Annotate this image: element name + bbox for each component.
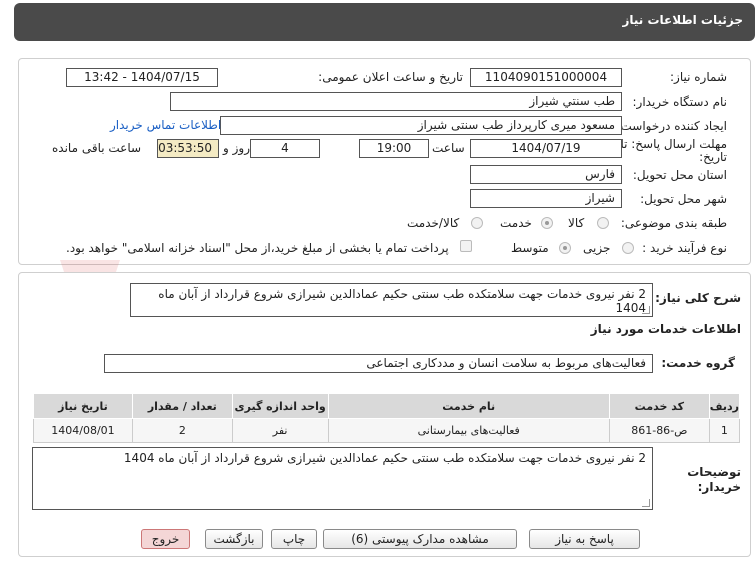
announce-field: 1404/07/15 - 13:42 [66,68,218,87]
need-number-label: شماره نیاز: [670,70,727,84]
deadline-label-2: تاریخ: [699,150,727,164]
process-label: نوع فرآیند خرید : [642,241,727,255]
city-label: شهر محل تحویل: [640,192,727,206]
cell-code: ص-86-861 [608,418,710,443]
category-label: طبقه بندی موضوعی: [620,216,727,230]
print-button[interactable]: چاپ [271,529,317,549]
need-number-field: 1104090151000004 [470,68,622,87]
col-unit: واحد اندازه گیری [231,393,329,419]
deadline-time-field: 19:00 [359,139,429,158]
col-date: تاریخ نیاز [33,393,133,419]
process-partial-radio[interactable] [622,242,634,254]
service-group-field: فعالیت‌های مربوط به سلامت انسان و مددکار… [104,354,653,373]
attachments-button[interactable]: مشاهده مدارک پیوستی (6) [323,529,517,549]
col-code: کد خدمت [608,393,710,419]
table-header-row: ردیف کد خدمت نام خدمت واحد اندازه گیری ت… [33,393,741,419]
announce-label: تاریخ و ساعت اعلان عمومی: [318,70,463,84]
province-field: فارس [470,165,622,184]
col-qty: تعداد / مقدار [131,393,233,419]
creator-field: مسعود میری کارپرداز طب سنتی شیراز [220,116,622,135]
time-label: ساعت [432,141,465,155]
buyer-notes-field: 2 نفر نیروی خدمات جهت سلامتکده طب سنتی ح… [32,447,653,510]
deadline-label: مهلت ارسال پاسخ: تا [620,137,727,151]
page-title: جزئیات اطلاعات نیاز [622,13,743,27]
process-medium-label: متوسط [511,241,549,255]
province-label: استان محل تحویل: [632,168,727,182]
process-medium-radio[interactable] [559,242,571,254]
buyer-notes-text: 2 نفر نیروی خدمات جهت سلامتکده طب سنتی ح… [123,451,646,465]
creator-label: ایجاد کننده درخواست: [616,119,727,133]
cell-row: 1 [708,418,741,443]
category-service-radio[interactable] [541,217,553,229]
days-field: 4 [250,139,320,158]
payment-note: پرداخت تمام یا بخشی از مبلغ خرید،از محل … [66,241,449,255]
reply-button[interactable]: پاسخ به نیاز [529,529,640,549]
cell-name: فعالیت‌های بیمارستانی [327,418,610,443]
description-label: شرح کلی نیاز: [655,291,741,305]
need-info-panel [18,58,751,265]
remaining-label: ساعت باقی مانده [52,141,142,155]
category-both-radio[interactable] [471,217,483,229]
cell-date: 1404/08/01 [33,418,133,443]
treasury-checkbox[interactable] [460,240,472,252]
buyer-org-label: نام دستگاه خریدار: [632,95,728,109]
col-name: نام خدمت [327,393,610,419]
process-partial-label: جزیی [583,241,611,255]
description-field: 2 نفر نیروی خدمات جهت سلامتکده طب سنتی ح… [130,283,653,317]
col-row: ردیف [708,393,741,419]
services-table: ردیف کد خدمت نام خدمت واحد اندازه گیری ت… [33,393,741,443]
services-section-title: اطلاعات خدمات مورد نیاز [590,322,741,336]
city-field: شیراز [470,189,622,208]
buyer-notes-label: توضیحات [687,465,741,479]
days-label: روز و [223,141,250,155]
buyer-org-field: طب سنتي شيراز [170,92,622,111]
category-both-label: کالا/خدمت [407,216,460,230]
category-goods-label: کالا [568,216,585,230]
cell-qty: 2 [131,418,233,443]
cell-unit: نفر [231,418,329,443]
resize-grip-icon[interactable] [642,499,650,507]
remaining-time-field: 03:53:50 [157,139,219,158]
resize-grip-icon[interactable] [642,306,650,314]
buyer-notes-label-2: خریدار: [697,480,741,494]
deadline-date-field: 1404/07/19 [470,139,622,158]
exit-button[interactable]: خروج [141,529,190,549]
table-row: 1 ص-86-861 فعالیت‌های بیمارستانی نفر 2 1… [33,418,741,443]
description-text: 2 نفر نیروی خدمات جهت سلامتکده طب سنتی ح… [158,287,646,315]
page-header: جزئیات اطلاعات نیاز [14,3,755,41]
category-service-label: خدمت [500,216,532,230]
service-group-label: گروه خدمت: [661,356,735,370]
category-goods-radio[interactable] [597,217,609,229]
back-button[interactable]: بازگشت [205,529,263,549]
contact-buyer-link[interactable]: اطلاعات تماس خریدار [110,118,221,132]
